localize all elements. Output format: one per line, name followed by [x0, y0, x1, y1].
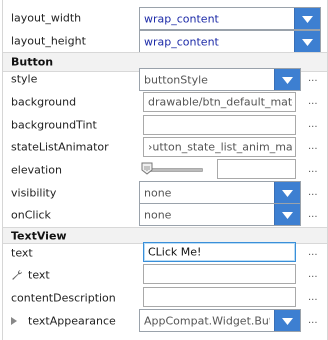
row-style: style buttonStyle ... — [3, 67, 327, 91]
visibility-label: visibility — [11, 186, 57, 199]
chevron-down-icon[interactable] — [274, 310, 300, 331]
text-appearance-value: AppCompat.Widget.Button — [144, 314, 270, 327]
text-appearance-more-button[interactable]: ... — [308, 315, 318, 326]
layout-width-value: wrap_content — [144, 12, 219, 25]
text-label: text — [11, 246, 33, 259]
elevation-field[interactable] — [217, 159, 296, 179]
row-text: text CLick Me! ... — [3, 242, 327, 263]
attributes-panel: layout_width wrap_content layout_height … — [2, 0, 328, 340]
tools-text-field[interactable] — [143, 264, 296, 284]
layout-height-label: layout_height — [11, 34, 86, 48]
slider-track — [147, 168, 203, 172]
row-visibility: visibility none ... — [3, 181, 327, 204]
style-value: buttonStyle — [144, 73, 208, 86]
on-click-dropdown[interactable]: none — [139, 203, 301, 226]
row-background-tint: backgroundTint ... — [3, 114, 327, 136]
visibility-dropdown[interactable]: none — [139, 181, 301, 204]
row-text-appearance: textAppearance AppCompat.Widget.Button .… — [3, 309, 327, 333]
row-elevation: elevation ... — [3, 158, 327, 181]
on-click-value: none — [144, 208, 172, 221]
content-description-more-button[interactable]: ... — [308, 291, 318, 302]
chevron-down-icon[interactable] — [274, 69, 300, 90]
layout-width-label: layout_width — [11, 11, 82, 25]
content-description-field[interactable] — [143, 287, 296, 307]
on-click-more-button[interactable]: ... — [308, 208, 318, 219]
background-value: drawable/btn_default_mate — [148, 95, 293, 109]
style-more-button[interactable]: ... — [308, 73, 318, 84]
expand-arrow-icon[interactable] — [11, 317, 17, 325]
row-background: background drawable/btn_default_mate ... — [3, 91, 327, 113]
slider-thumb-icon[interactable] — [141, 162, 153, 175]
background-more-button[interactable]: ... — [308, 96, 318, 107]
row-tools-text: text ... — [3, 264, 327, 285]
chevron-down-icon[interactable] — [274, 204, 300, 225]
background-tint-label: backgroundTint — [11, 118, 97, 132]
row-layout-height: layout_height wrap_content — [3, 29, 327, 53]
row-layout-width: layout_width wrap_content — [3, 6, 327, 30]
state-list-animator-more-button[interactable]: ... — [308, 141, 318, 152]
background-label: background — [11, 95, 77, 109]
row-on-click: onClick none ... — [3, 203, 327, 226]
on-click-label: onClick — [11, 208, 51, 221]
background-tint-field[interactable] — [143, 115, 296, 135]
background-tint-more-button[interactable]: ... — [308, 119, 318, 130]
elevation-slider[interactable] — [141, 162, 205, 176]
text-more-button[interactable]: ... — [308, 246, 318, 257]
style-dropdown[interactable]: buttonStyle — [139, 68, 301, 91]
layout-height-dropdown[interactable]: wrap_content — [139, 30, 321, 53]
text-appearance-dropdown[interactable]: AppCompat.Widget.Button — [139, 309, 301, 332]
text-field[interactable]: CLick Me! — [143, 242, 296, 262]
text-value: CLick Me! — [148, 245, 202, 259]
visibility-value: none — [144, 186, 172, 199]
chevron-down-icon[interactable] — [294, 8, 320, 29]
elevation-label: elevation — [11, 163, 62, 176]
row-content-description: contentDescription ... — [3, 287, 327, 308]
chevron-down-icon[interactable] — [294, 31, 320, 52]
tools-text-more-button[interactable]: ... — [308, 268, 318, 279]
visibility-more-button[interactable]: ... — [308, 186, 318, 197]
elevation-more-button[interactable]: ... — [308, 163, 318, 174]
text-appearance-label: textAppearance — [28, 314, 116, 328]
state-list-animator-value: ›utton_state_list_anim_mate — [148, 140, 293, 154]
background-field[interactable]: drawable/btn_default_mate — [143, 92, 296, 112]
tools-text-label: text — [28, 268, 50, 281]
row-state-list-animator: stateListAnimator ›utton_state_list_anim… — [3, 136, 327, 158]
layout-height-value: wrap_content — [144, 35, 219, 48]
section-textview-title: TextView — [11, 229, 67, 242]
style-label: style — [11, 72, 38, 86]
content-description-label: contentDescription — [11, 291, 116, 304]
layout-width-dropdown[interactable]: wrap_content — [139, 7, 321, 30]
state-list-animator-label: stateListAnimator — [11, 140, 109, 154]
state-list-animator-field[interactable]: ›utton_state_list_anim_mate — [143, 137, 296, 157]
wrench-icon — [12, 269, 22, 280]
chevron-down-icon[interactable] — [274, 182, 300, 203]
